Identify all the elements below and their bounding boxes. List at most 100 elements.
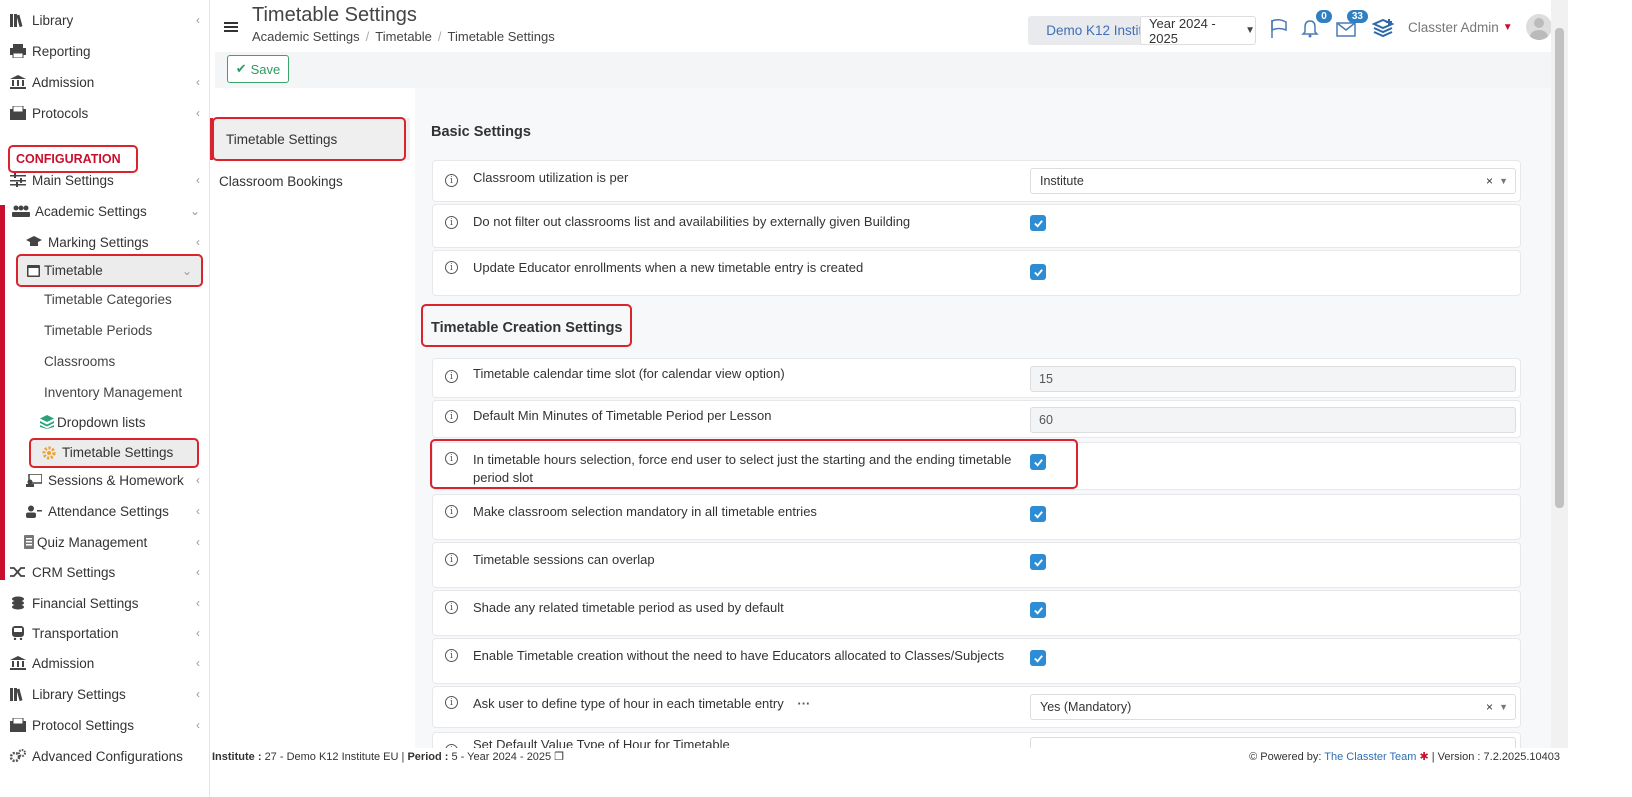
save-button[interactable]: ✔ Save [227, 55, 289, 83]
sidebar-item-protocol-settings[interactable]: Protocol Settings ‹ [0, 710, 209, 740]
info-icon[interactable]: i [445, 649, 458, 662]
sidebar-item-transportation[interactable]: Transportation ‹ [0, 618, 209, 648]
default-type-of-hour-select[interactable] [1030, 737, 1516, 748]
setting-label: Default Min Minutes of Timetable Period … [473, 408, 772, 423]
sessions-overlap-checkbox[interactable] [1030, 554, 1046, 570]
sidebar-item-admission[interactable]: Admission ‹ [0, 67, 209, 97]
footer-period-label: Period : [407, 751, 449, 763]
sidebar-item-library-settings[interactable]: Library Settings ‹ [0, 679, 209, 709]
setting-label: Make classroom selection mandatory in al… [473, 504, 817, 519]
subnav-label: Classroom Bookings [219, 173, 343, 189]
bank-icon [9, 74, 27, 90]
bank-icon [9, 655, 27, 671]
layers-icon [38, 414, 56, 430]
sidebar-item-financial-settings[interactable]: Financial Settings ‹ [0, 588, 209, 618]
sidebar-item-label: CRM Settings [32, 564, 116, 580]
breadcrumb-item: Timetable Settings [447, 29, 555, 44]
setting-label: Shade any related timetable period as us… [473, 600, 784, 615]
sidebar-item-label: Protocol Settings [32, 717, 135, 733]
sidebar-item-label: Library [32, 12, 74, 28]
sidebar-item-timetable-categories[interactable]: Timetable Categories [0, 284, 209, 314]
calendar-time-slot-input[interactable]: 15 [1030, 366, 1516, 392]
classroom-mandatory-checkbox[interactable] [1030, 506, 1046, 522]
sidebar-item-advanced-configurations[interactable]: Advanced Configurations [0, 741, 209, 771]
setting-row-type-of-hour: i Ask user to define type of hour in eac… [432, 686, 1521, 728]
sidebar-item-label: Reporting [32, 43, 91, 59]
page-scrollbar[interactable] [1551, 0, 1568, 748]
sidebar-item-attendance-settings[interactable]: Attendance Settings ‹ [0, 496, 209, 526]
setting-label: Update Educator enrollments when a new t… [473, 260, 864, 275]
footer-period-value: 5 - Year 2024 - 2025 [451, 751, 552, 763]
sidebar-item-timetable-periods[interactable]: Timetable Periods [0, 315, 209, 345]
sidebar-item-quiz-management[interactable]: Quiz Management ‹ [0, 527, 209, 557]
sidebar-item-crm-settings[interactable]: CRM Settings ‹ [0, 557, 209, 587]
user-menu[interactable]: Classter Admin ▼ [1408, 20, 1513, 35]
copy-icon[interactable]: ❐ [554, 751, 564, 763]
info-icon[interactable]: i [445, 696, 458, 709]
top-bar: Timetable Settings Academic Settings / T… [210, 0, 1618, 52]
flag-icon[interactable] [1267, 18, 1291, 40]
hamburger-menu-icon[interactable] [224, 22, 238, 32]
info-icon[interactable]: i [445, 410, 458, 423]
library-icon [9, 686, 27, 702]
layers-add-icon[interactable] [1371, 18, 1395, 40]
scrollbar-thumb[interactable] [1555, 28, 1564, 508]
sidebar-item-library[interactable]: Library ‹ [0, 5, 209, 35]
filter-classrooms-checkbox[interactable] [1030, 215, 1046, 231]
gear-icon [40, 445, 58, 461]
sessions-icon [25, 472, 43, 488]
subnav-classroom-bookings[interactable]: Classroom Bookings [210, 160, 410, 202]
info-icon[interactable]: i [445, 505, 458, 518]
info-icon[interactable]: i [445, 261, 458, 274]
info-icon[interactable]: i [445, 601, 458, 614]
subnav-timetable-settings[interactable]: Timetable Settings [210, 118, 410, 160]
sidebar-item-protocols[interactable]: Protocols ‹ [0, 98, 209, 128]
breadcrumb-item[interactable]: Academic Settings [252, 29, 360, 44]
default-min-minutes-input[interactable]: 60 [1030, 407, 1516, 433]
sidebar-item-sessions-homework[interactable]: Sessions & Homework ‹ [0, 465, 209, 495]
chevron-left-icon: ‹ [196, 626, 200, 640]
setting-label: Classroom utilization is per [473, 170, 629, 185]
messages-icon[interactable]: 33 [1334, 10, 1368, 40]
notification-bell-icon[interactable]: 0 [1298, 10, 1332, 40]
shade-period-checkbox[interactable] [1030, 602, 1046, 618]
sidebar-item-label: Timetable [44, 263, 103, 278]
sidebar-item-academic-settings[interactable]: Academic Settings ⌄ [0, 196, 209, 226]
footer-team-link[interactable]: The Classter Team [1324, 751, 1416, 763]
caret-down-icon: ▼ [1499, 702, 1508, 712]
force-start-end-slot-checkbox[interactable] [1030, 454, 1046, 470]
sidebar-item-timetable-settings[interactable]: Timetable Settings [30, 438, 198, 467]
sidebar-item-label: Quiz Management [37, 534, 148, 550]
shuffle-icon [9, 564, 27, 580]
more-icon[interactable]: ··· [797, 696, 810, 711]
select-value: Institute [1040, 174, 1084, 188]
clear-icon[interactable]: × [1486, 700, 1493, 714]
sidebar-item-label: Attendance Settings [48, 503, 169, 519]
sidebar-item-label: Library Settings [32, 686, 126, 702]
sidebar-item-classrooms[interactable]: Classrooms [0, 346, 209, 376]
info-icon[interactable]: i [445, 452, 458, 465]
caret-down-icon: ▼ [1499, 176, 1508, 186]
sidebar-item-main-settings[interactable]: Main Settings ‹ [0, 165, 209, 195]
sidebar-item-admission-settings[interactable]: Admission ‹ [0, 648, 209, 678]
sidebar-item-reporting[interactable]: Reporting [0, 36, 209, 66]
info-icon[interactable]: i [445, 174, 458, 187]
sidebar-item-marking-settings[interactable]: Marking Settings ‹ [0, 227, 209, 257]
classroom-utilization-select[interactable]: Institute × ▼ [1030, 168, 1516, 194]
year-selector-value: Year 2024 - 2025 [1149, 15, 1216, 46]
sidebar-item-dropdown-lists[interactable]: Dropdown lists [0, 407, 209, 437]
type-of-hour-select[interactable]: Yes (Mandatory) × ▼ [1030, 694, 1516, 720]
year-selector[interactable]: Year 2024 - 2025 ▼ [1140, 15, 1256, 46]
clear-icon[interactable]: × [1486, 174, 1493, 188]
info-icon[interactable]: i [445, 370, 458, 383]
chevron-down-icon: ⌄ [181, 263, 192, 278]
info-icon[interactable]: i [445, 553, 458, 566]
info-icon[interactable]: i [445, 216, 458, 229]
avatar[interactable] [1526, 14, 1552, 40]
update-educator-enrollments-checkbox[interactable] [1030, 264, 1046, 280]
chevron-down-icon: ⌄ [189, 204, 200, 218]
enable-without-educators-checkbox[interactable] [1030, 650, 1046, 666]
sidebar-item-inventory-management[interactable]: Inventory Management [0, 377, 209, 407]
sidebar-item-timetable[interactable]: Timetable ⌄ [16, 256, 202, 285]
breadcrumb-item[interactable]: Timetable [375, 29, 432, 44]
